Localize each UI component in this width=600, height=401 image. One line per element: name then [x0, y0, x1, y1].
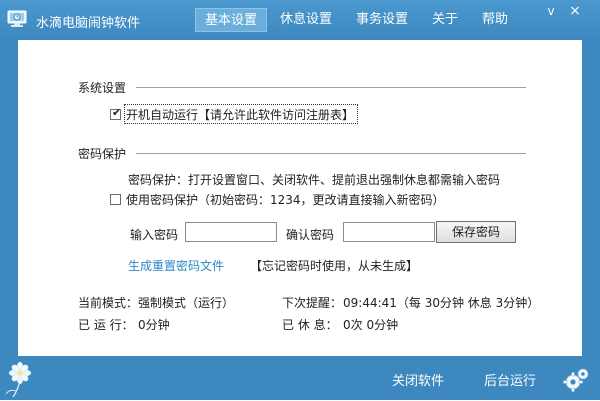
- gears-icon[interactable]: [563, 366, 591, 394]
- rested-value: 0次 0分钟: [343, 318, 399, 332]
- background-run-button[interactable]: 后台运行: [484, 370, 536, 389]
- minimize-button[interactable]: v: [542, 2, 560, 20]
- current-mode-value: 强制模式（运行）: [138, 296, 235, 310]
- tab-help[interactable]: 帮助: [478, 8, 512, 32]
- flower-icon: [4, 360, 36, 398]
- basic-settings-panel: 系统设置 ✔ 开机自动运行【请允许此软件访问注册表】 密码保护 密码保护：打开设…: [18, 40, 582, 356]
- next-reminder-label: 下次提醒：: [282, 296, 343, 310]
- running-time-value: 0分钟: [138, 318, 170, 332]
- password-protection-heading: 密码保护: [78, 147, 127, 161]
- app-window: 水滴电脑闹钟软件 基本设置 休息设置 事务设置 关于 帮助 v × 系统设置 ✔…: [0, 0, 600, 400]
- autostart-label[interactable]: 开机自动运行【请允许此软件访问注册表】: [126, 106, 354, 123]
- input-password-label: 输入密码: [130, 228, 179, 242]
- current-mode-label: 当前模式：: [78, 296, 139, 310]
- confirm-password-label: 确认密码: [286, 228, 335, 242]
- rested-label: 已 休 息：: [282, 318, 338, 332]
- running-time-label: 已 运 行：: [78, 318, 134, 332]
- tab-rest-settings[interactable]: 休息设置: [276, 8, 336, 32]
- tab-basic-settings[interactable]: 基本设置: [195, 8, 267, 32]
- tab-about[interactable]: 关于: [428, 8, 462, 32]
- checkmark-icon: ✔: [112, 106, 122, 119]
- use-password-checkbox[interactable]: [110, 194, 121, 205]
- system-settings-divider: [136, 87, 526, 88]
- title-bar[interactable]: 水滴电脑闹钟软件 基本设置 休息设置 事务设置 关于 帮助 v ×: [0, 0, 600, 40]
- close-button[interactable]: ×: [566, 2, 584, 20]
- confirm-password-field[interactable]: [343, 222, 435, 242]
- input-password-field[interactable]: [185, 222, 277, 242]
- next-reminder-value: 09:44:41（每 30分钟 休息 3分钟）: [343, 296, 540, 310]
- app-title: 水滴电脑闹钟软件: [36, 16, 141, 31]
- tab-task-settings[interactable]: 事务设置: [352, 8, 412, 32]
- monitor-clock-icon: [6, 8, 28, 30]
- password-protection-divider: [136, 153, 526, 154]
- reset-file-note: 【忘记密码时使用，从未生成】: [250, 259, 419, 273]
- save-password-button[interactable]: 保存密码: [436, 221, 516, 243]
- autostart-checkbox[interactable]: ✔: [110, 106, 122, 120]
- system-settings-heading: 系统设置: [78, 81, 127, 95]
- close-app-button[interactable]: 关闭软件: [392, 370, 444, 389]
- password-description: 密码保护：打开设置窗口、关闭软件、提前退出强制休息都需输入密码: [128, 173, 501, 187]
- use-password-label[interactable]: 使用密码保护（初始密码：1234，更改请直接输入新密码）: [126, 191, 445, 208]
- generate-reset-file-link[interactable]: 生成重置密码文件: [128, 257, 224, 274]
